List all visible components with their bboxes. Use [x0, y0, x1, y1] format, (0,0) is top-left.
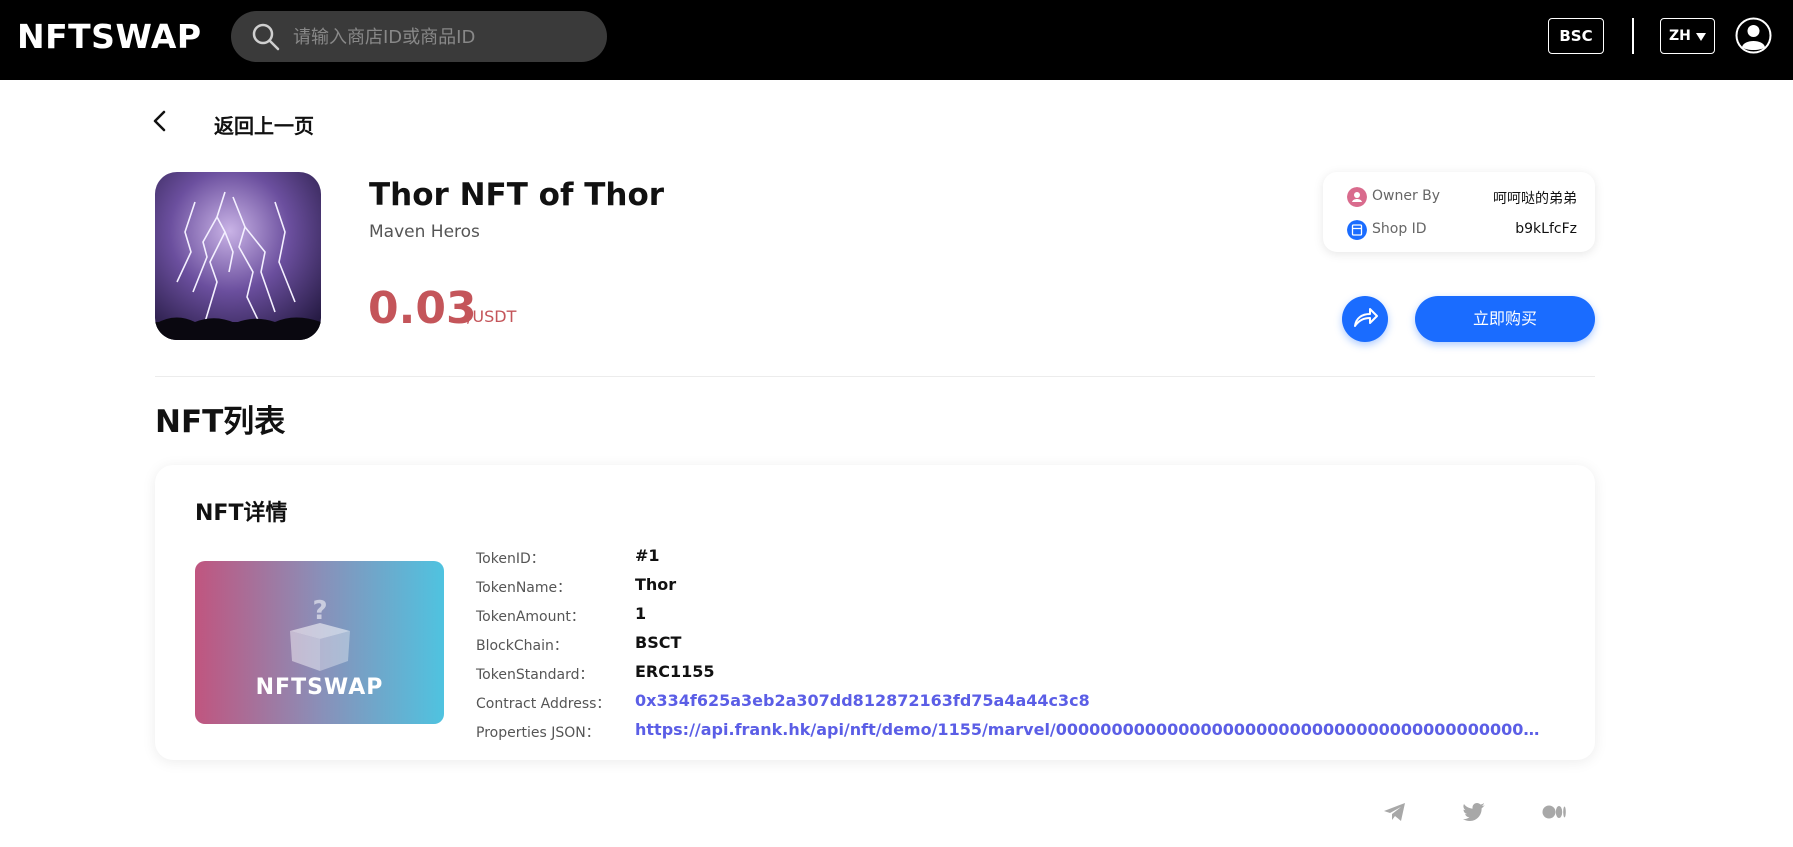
- property-value: 1: [635, 604, 647, 623]
- search-input[interactable]: [293, 23, 593, 51]
- contract-address-link[interactable]: 0x334f625a3eb2a307dd812872163fd75a4a44c3…: [635, 691, 1090, 710]
- share-icon: [1354, 308, 1378, 327]
- property-row: TokenName： Thor: [476, 573, 1576, 602]
- share-button[interactable]: [1342, 296, 1388, 342]
- property-label: Contract Address：: [476, 696, 611, 712]
- nft-properties: TokenID： #1 TokenName： Thor TokenAmount：…: [476, 544, 1576, 747]
- property-value: Thor: [635, 575, 677, 594]
- top-navbar: NFTSWAP BSC ZH: [0, 0, 1793, 80]
- buy-now-button[interactable]: 立即购买: [1415, 296, 1595, 342]
- owner-info-card: Owner By 呵呵哒的弟弟 Shop ID b9kLfcFz: [1323, 172, 1595, 252]
- nft-detail-title: NFT详情: [195, 501, 288, 526]
- nft-list-title: NFT列表: [155, 404, 286, 440]
- language-label: ZH: [1669, 28, 1691, 44]
- property-value: ERC1155: [635, 662, 715, 681]
- property-row: TokenAmount： 1: [476, 602, 1576, 631]
- nft-detail-card: NFT详情 ? NFTSWAP TokenID： #1 TokenName： T…: [155, 465, 1595, 760]
- placeholder-brand: NFTSWAP: [255, 675, 384, 700]
- search-icon: [252, 23, 280, 51]
- nft-collection: Maven Heros: [369, 222, 480, 242]
- owner-label: Owner By: [1372, 188, 1441, 204]
- property-label: TokenID：: [476, 551, 545, 567]
- property-row: TokenID： #1: [476, 544, 1576, 573]
- property-label: TokenStandard：: [476, 667, 594, 683]
- chain-select-button[interactable]: BSC: [1548, 18, 1604, 54]
- nft-thumbnail: [155, 172, 321, 340]
- chevron-left-icon: [153, 110, 166, 132]
- nft-placeholder-image: ? NFTSWAP: [195, 561, 444, 724]
- owner-value: 呵呵哒的弟弟: [1493, 191, 1577, 207]
- telegram-icon[interactable]: [1382, 799, 1408, 825]
- back-label: 返回上一页: [214, 114, 314, 138]
- svg-text:?: ?: [312, 597, 327, 626]
- property-row: BlockChain： BSCT: [476, 631, 1576, 660]
- property-value: #1: [635, 546, 660, 565]
- property-label: Properties JSON：: [476, 725, 600, 741]
- property-row: Properties JSON： https://api.frank.hk/ap…: [476, 718, 1576, 747]
- price-unit: /USDT: [467, 307, 517, 326]
- shop-icon: [1347, 220, 1367, 240]
- lightning-image: [155, 172, 321, 340]
- twitter-icon[interactable]: [1462, 799, 1488, 825]
- search-box[interactable]: [231, 11, 607, 62]
- section-divider: [155, 376, 1595, 377]
- shop-id-label: Shop ID: [1372, 221, 1427, 237]
- properties-json-link[interactable]: https://api.frank.hk/api/nft/demo/1155/m…: [635, 720, 1545, 739]
- owner-row: Owner By 呵呵哒的弟弟: [1347, 186, 1577, 208]
- property-label: TokenName：: [476, 580, 572, 596]
- shop-row: Shop ID b9kLfcFz: [1347, 219, 1577, 241]
- owner-icon: [1347, 187, 1367, 207]
- property-row: Contract Address： 0x334f625a3eb2a307dd81…: [476, 689, 1576, 718]
- language-select[interactable]: ZH: [1660, 18, 1715, 54]
- property-label: BlockChain：: [476, 638, 568, 654]
- shop-id-value: b9kLfcFz: [1515, 221, 1577, 237]
- header-divider: [1632, 18, 1634, 54]
- property-label: TokenAmount：: [476, 609, 585, 625]
- user-avatar-icon[interactable]: [1735, 17, 1772, 54]
- property-row: TokenStandard： ERC1155: [476, 660, 1576, 689]
- property-value: BSCT: [635, 633, 682, 652]
- price-value: 0.03: [368, 283, 477, 334]
- site-logo[interactable]: NFTSWAP: [17, 17, 202, 56]
- chevron-down-icon: [1696, 33, 1706, 41]
- medium-icon[interactable]: [1541, 799, 1567, 825]
- nft-title: Thor NFT of Thor: [369, 177, 665, 213]
- mystery-box-icon: ?: [290, 597, 350, 671]
